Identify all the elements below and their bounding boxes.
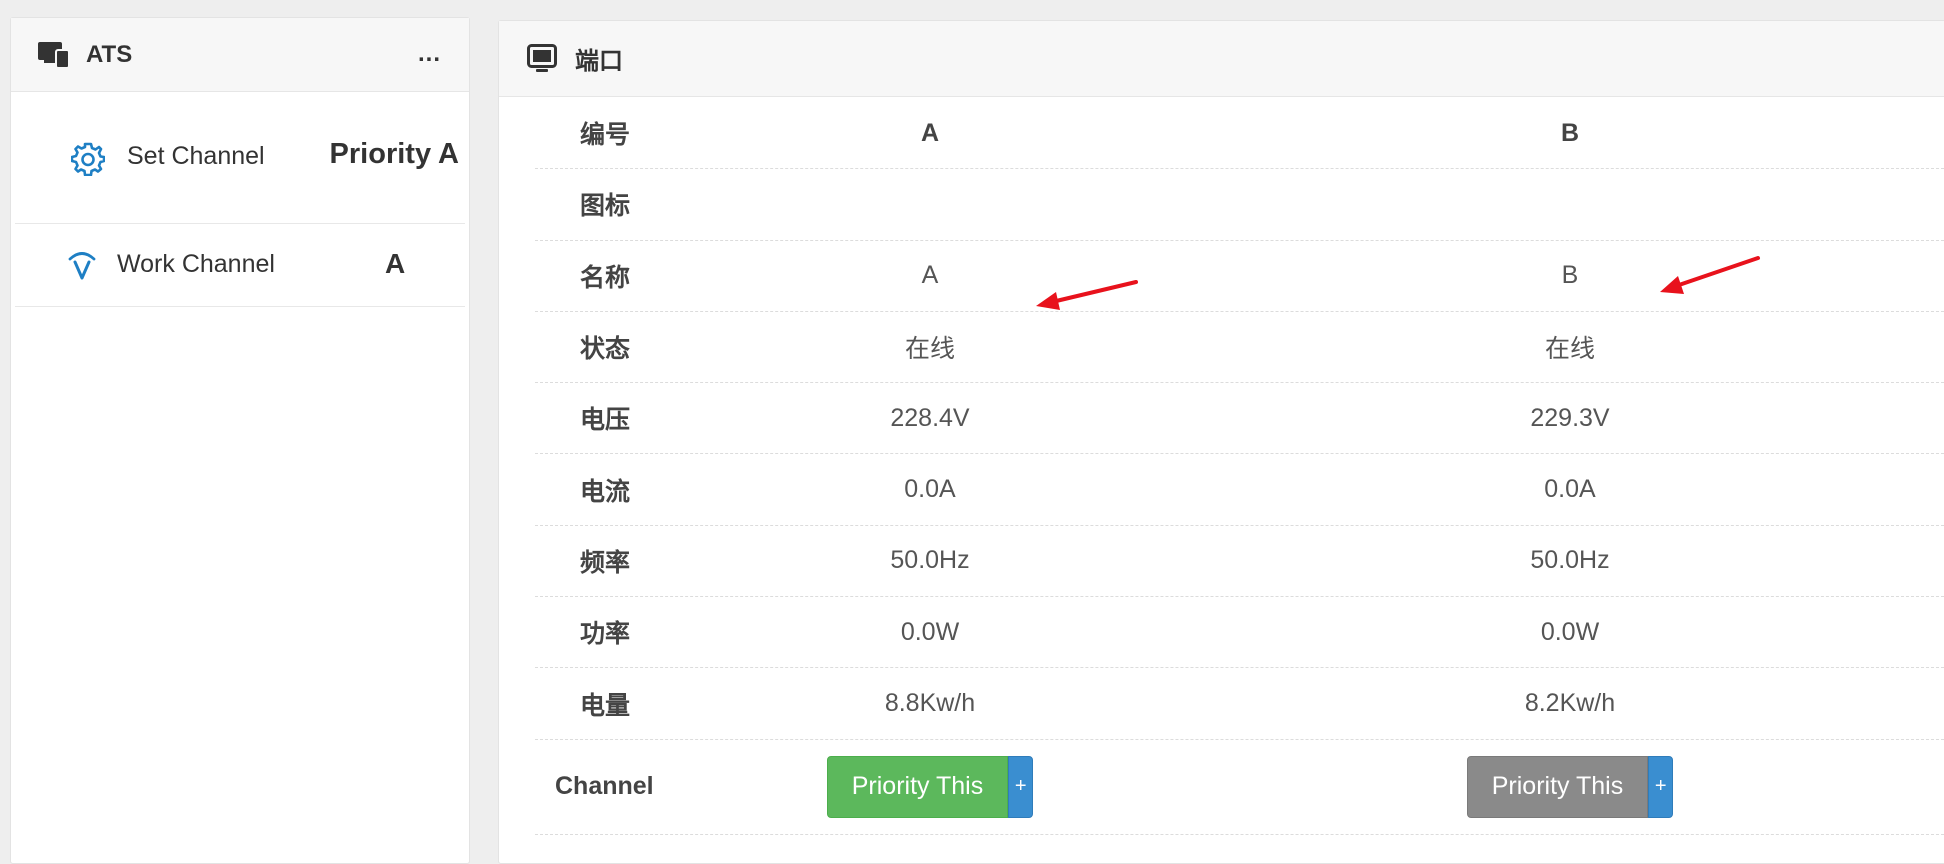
work-channel-row: Work Channel A <box>15 224 465 307</box>
port-a-plus-button[interactable]: + <box>1008 755 1034 818</box>
table-row-status: 状态 在线 在线 <box>535 312 1944 384</box>
port-b-power: 0.0W <box>1540 617 1600 646</box>
set-channel-label: Set Channel <box>127 142 265 170</box>
port-a-id: A <box>920 118 940 147</box>
row-label: Channel <box>555 772 654 801</box>
port-a-power: 0.0W <box>900 617 960 646</box>
red-arrow-icon <box>1036 280 1138 310</box>
port-a-channel-cell: Priority This + <box>735 740 1125 834</box>
port-a-icon-cell <box>735 169 1125 239</box>
table-row-channel: Channel Priority This + Priority This + <box>535 740 1944 835</box>
set-channel-row: Set Channel Priority A <box>15 92 465 224</box>
ats-panel-header: ATS ... <box>11 18 469 92</box>
table-row-power: 功率 0.0W 0.0W <box>535 597 1944 669</box>
port-a-frequency: 50.0Hz <box>890 546 970 575</box>
port-a-voltage: 228.4V <box>890 403 970 432</box>
port-a-energy: 8.8Kw/h <box>884 689 976 718</box>
port-b-channel-cell: Priority This + <box>1375 740 1765 834</box>
signal-icon <box>67 248 97 280</box>
more-menu-button[interactable]: ... <box>418 40 441 68</box>
row-label: 图标 <box>580 192 631 221</box>
table-row-energy: 电量 8.8Kw/h 8.2Kw/h <box>535 668 1944 740</box>
table-row-icon: 图标 <box>535 169 1944 241</box>
port-a-status: 在线 <box>904 335 955 364</box>
port-b-id: B <box>1560 118 1580 147</box>
row-label: 编号 <box>580 121 631 150</box>
devices-icon <box>38 41 70 69</box>
ats-panel: ATS ... Set Channel Priority A Work Chan… <box>10 17 470 864</box>
ats-panel-title: ATS <box>86 40 133 68</box>
row-label: 电量 <box>580 691 631 720</box>
priority-this-b-button[interactable]: Priority This <box>1466 755 1649 818</box>
table-row-id: 编号 A B <box>535 98 1944 170</box>
row-label: 电压 <box>580 406 631 435</box>
work-channel-value: A <box>385 248 406 279</box>
ports-table: 编号 A B 图标 名称 A B 状态 在线 在线 电压 228.4V 229.… <box>535 98 1944 835</box>
table-row-frequency: 频率 50.0Hz 50.0Hz <box>535 526 1944 598</box>
table-row-current: 电流 0.0A 0.0A <box>535 454 1944 526</box>
table-row-voltage: 电压 228.4V 229.3V <box>535 383 1944 455</box>
row-label: 频率 <box>580 548 631 577</box>
ports-panel-header: 端口 <box>499 21 1944 97</box>
port-b-voltage: 229.3V <box>1530 403 1610 432</box>
port-b-energy: 8.2Kw/h <box>1524 689 1616 718</box>
port-a-priority-group: Priority This + <box>826 755 1034 818</box>
port-b-plus-button[interactable]: + <box>1648 755 1674 818</box>
port-b-current: 0.0A <box>1544 475 1596 504</box>
work-channel-label: Work Channel <box>117 250 275 278</box>
port-b-frequency: 50.0Hz <box>1530 546 1610 575</box>
row-label: 功率 <box>580 620 631 649</box>
port-b-icon-cell <box>1375 169 1765 239</box>
port-b-status: 在线 <box>1544 335 1595 364</box>
red-arrow-icon <box>1660 256 1760 294</box>
priority-this-a-button[interactable]: Priority This <box>826 755 1009 818</box>
row-label: 名称 <box>580 263 631 292</box>
gear-icon <box>70 142 106 177</box>
row-label: 电流 <box>580 477 631 506</box>
monitor-icon <box>527 43 557 74</box>
port-a-current: 0.0A <box>904 475 956 504</box>
ports-panel: 端口 编号 A B 图标 名称 A B 状态 在线 在线 电压 228.4V 2… <box>498 20 1944 864</box>
set-channel-value: Priority A <box>329 138 459 170</box>
row-label: 状态 <box>580 335 631 364</box>
port-b-priority-group: Priority This + <box>1466 755 1674 818</box>
ports-panel-title: 端口 <box>575 48 623 75</box>
